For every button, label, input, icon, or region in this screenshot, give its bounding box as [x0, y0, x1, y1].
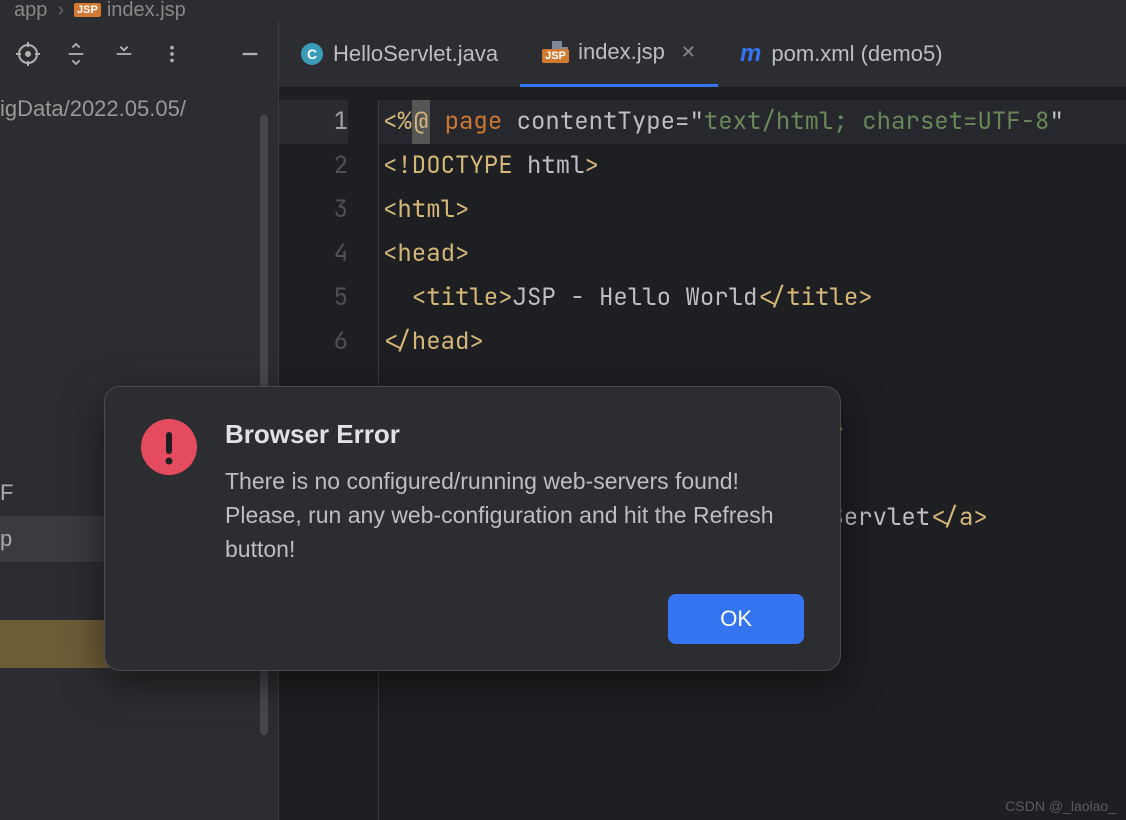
maven-icon: m — [740, 40, 761, 68]
expand-all-icon[interactable] — [64, 42, 88, 66]
error-icon — [141, 419, 197, 475]
tab-pom-xml[interactable]: m pom.xml (demo5) — [718, 20, 965, 87]
watermark: CSDN @_laolao_ — [1005, 798, 1116, 814]
tab-label: HelloServlet.java — [333, 41, 498, 67]
tab-helloservlet[interactable]: C HelloServlet.java — [279, 20, 520, 87]
ok-button[interactable]: OK — [668, 594, 804, 644]
target-icon[interactable] — [16, 42, 40, 66]
minimize-icon[interactable] — [238, 42, 262, 66]
breadcrumb: app › JSP index.jsp — [0, 0, 1126, 20]
tab-label: pom.xml (demo5) — [771, 41, 942, 67]
dialog-message: There is no configured/running web-serve… — [225, 464, 804, 566]
collapse-all-icon[interactable] — [112, 42, 136, 66]
editor-tabs: C HelloServlet.java JSP index.jsp ✕ m po… — [279, 20, 1126, 88]
jsp-icon: JSP — [542, 41, 568, 63]
breadcrumb-file[interactable]: JSP index.jsp — [74, 0, 186, 22]
error-dialog: Browser Error There is no configured/run… — [104, 386, 841, 671]
tab-label: index.jsp — [578, 39, 665, 65]
class-icon: C — [301, 43, 323, 65]
dialog-title: Browser Error — [225, 419, 804, 450]
left-toolbar — [0, 20, 278, 88]
chevron-right-icon: › — [57, 0, 64, 22]
close-icon[interactable]: ✕ — [681, 42, 696, 63]
path-label: igData/2022.05.05/ — [0, 88, 278, 130]
jsp-icon: JSP — [74, 3, 101, 17]
breadcrumb-parent[interactable]: app — [14, 0, 47, 22]
tab-index-jsp[interactable]: JSP index.jsp ✕ — [520, 20, 718, 87]
more-icon[interactable] — [160, 42, 184, 66]
